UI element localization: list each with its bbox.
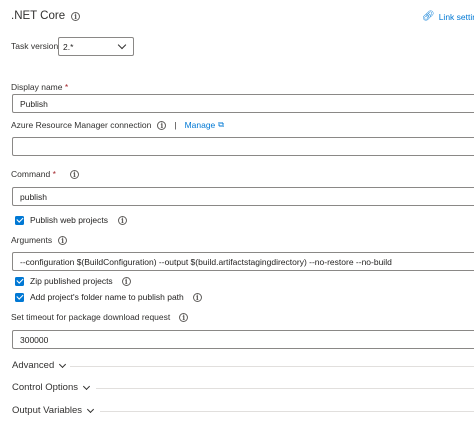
timeout-value: 300000: [20, 334, 49, 345]
chevron-down-icon: [59, 360, 67, 368]
timeout-input[interactable]: 300000: [12, 330, 474, 349]
checkmark-icon[interactable]: [15, 215, 24, 225]
required-mark: *: [64, 82, 69, 92]
separator: |: [174, 120, 177, 130]
display-name-input[interactable]: Publish: [12, 94, 474, 113]
azure-connection-select[interactable]: [12, 137, 474, 156]
azure-connection-label: Azure Resource Manager connection | Mana…: [11, 120, 224, 130]
link-settings-link[interactable]: 🔗︎ Link settin: [422, 11, 474, 22]
azure-connection-label-text: Azure Resource Manager connection: [11, 120, 152, 130]
control-options-section-label: Control Options: [12, 382, 79, 393]
task-title: .NET Core: [11, 10, 81, 22]
command-label-text: Command: [11, 169, 51, 179]
display-name-label: Display name *: [11, 82, 68, 92]
zip-published-projects-checkbox[interactable]: Zip published projects: [15, 276, 131, 286]
task-version-select[interactable]: 2.*: [58, 37, 134, 56]
advanced-section-label: Advanced: [12, 360, 55, 371]
arguments-label-text: Arguments: [11, 235, 53, 245]
chevron-down-icon: [117, 40, 127, 50]
publish-web-projects-checkbox[interactable]: Publish web projects: [15, 215, 127, 225]
chevron-down-icon: [87, 405, 95, 413]
arguments-label: Arguments: [11, 235, 68, 245]
link-settings-label: Link settin: [438, 11, 474, 22]
output-variables-section-toggle[interactable]: Output Variables: [12, 405, 95, 416]
arguments-value: --configuration $(BuildConfiguration) --…: [20, 256, 392, 267]
advanced-section-toggle[interactable]: Advanced: [12, 360, 67, 371]
display-name-label-text: Display name: [11, 82, 63, 92]
required-mark: *: [52, 169, 56, 179]
display-name-value: Publish: [20, 98, 48, 109]
task-version-label: Task version: [11, 41, 58, 51]
add-folder-name-checkbox[interactable]: Add project's folder name to publish pat…: [15, 292, 202, 302]
section-divider: [70, 366, 474, 367]
info-icon[interactable]: [157, 120, 167, 130]
manage-link-label: Manage: [184, 120, 216, 130]
control-options-section-toggle[interactable]: Control Options: [12, 382, 91, 393]
task-version-value: 2.*: [63, 41, 74, 52]
output-variables-section-label: Output Variables: [12, 405, 83, 416]
timeout-label-text: Set timeout for package download request: [11, 312, 171, 322]
info-icon[interactable]: [192, 292, 202, 302]
zip-published-projects-label: Zip published projects: [30, 276, 113, 286]
task-version-label-text: Task version: [11, 41, 59, 51]
info-icon[interactable]: [179, 312, 189, 322]
publish-web-projects-label: Publish web projects: [30, 215, 108, 225]
info-icon[interactable]: [71, 11, 81, 21]
section-divider: [96, 388, 474, 389]
checkmark-icon[interactable]: [15, 276, 24, 286]
info-icon[interactable]: [121, 276, 131, 286]
command-label: Command *: [11, 169, 79, 179]
task-title-text: .NET Core: [11, 10, 66, 22]
add-folder-name-label: Add project's folder name to publish pat…: [30, 292, 184, 302]
command-select[interactable]: publish: [12, 187, 474, 206]
arguments-input[interactable]: --configuration $(BuildConfiguration) --…: [12, 252, 474, 271]
link-icon: 🔗︎: [422, 11, 435, 22]
checkmark-icon[interactable]: [15, 292, 24, 302]
command-value: publish: [20, 191, 47, 202]
timeout-label: Set timeout for package download request: [11, 312, 189, 322]
info-icon[interactable]: [58, 235, 68, 245]
external-link-icon: ⧉: [218, 120, 224, 129]
info-icon[interactable]: [117, 215, 127, 225]
chevron-down-icon: [82, 382, 91, 390]
info-icon[interactable]: [69, 169, 79, 179]
manage-link[interactable]: Manage ⧉: [185, 120, 224, 130]
section-divider: [100, 411, 474, 412]
